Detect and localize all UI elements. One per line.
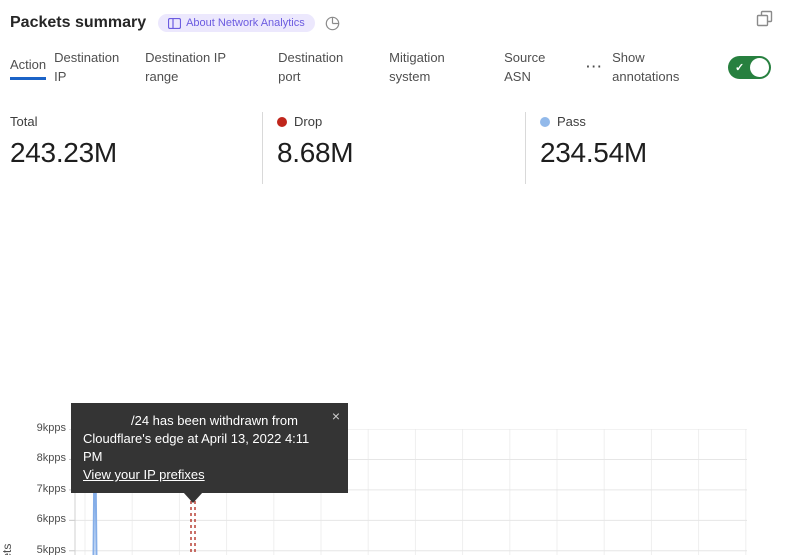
checkmark-icon: ✓ bbox=[735, 61, 744, 74]
show-annotations-toggle[interactable]: ✓ bbox=[728, 56, 771, 79]
tooltip-line1: /24 has been withdrawn from bbox=[83, 412, 322, 430]
tab-mitigation-system[interactable]: Mitigation system bbox=[389, 48, 465, 86]
book-icon bbox=[168, 18, 181, 29]
divider bbox=[525, 112, 526, 184]
more-options-icon[interactable]: ⋯ bbox=[585, 62, 603, 72]
tab-destination-ip[interactable]: Destination IP bbox=[54, 48, 129, 86]
divider bbox=[262, 112, 263, 184]
stat-total-label: Total bbox=[10, 114, 117, 129]
stat-drop-value: 8.68M bbox=[277, 137, 353, 169]
view-ip-prefixes-link[interactable]: View your IP prefixes bbox=[83, 466, 205, 484]
tab-destination-ip-range[interactable]: Destination IP range bbox=[145, 48, 242, 86]
stat-total: Total 243.23M bbox=[10, 114, 117, 169]
tooltip-line2: Cloudflare's edge at April 13, 2022 4:11… bbox=[83, 430, 322, 466]
about-network-analytics-badge[interactable]: About Network Analytics bbox=[158, 14, 315, 32]
y-tick-label: 5kpps bbox=[0, 544, 66, 555]
packets-chart: Packets 0pps1kpps2kpps3kpps4kpps5kpps6kp… bbox=[0, 200, 785, 555]
annotation-tooltip: × /24 has been withdrawn from Cloudflare… bbox=[71, 403, 348, 493]
y-tick-label: 9kpps bbox=[0, 422, 66, 434]
pie-chart-icon bbox=[325, 16, 340, 31]
expand-window-icon[interactable] bbox=[756, 10, 773, 32]
drop-legend-dot bbox=[277, 117, 287, 127]
stats-row: Total 243.23M Drop 8.68M Pass 234.54M bbox=[0, 108, 785, 192]
stat-pass-label: Pass bbox=[540, 114, 647, 129]
toggle-knob bbox=[750, 58, 769, 77]
tab-source-asn[interactable]: Source ASN bbox=[504, 48, 556, 86]
show-annotations-label: Show annotations bbox=[612, 48, 694, 86]
pass-legend-dot bbox=[540, 117, 550, 127]
stat-drop-label: Drop bbox=[277, 114, 353, 129]
stat-pass: Pass 234.54M bbox=[540, 114, 647, 169]
stat-drop: Drop 8.68M bbox=[277, 114, 353, 169]
y-tick-label: 7kpps bbox=[0, 483, 66, 495]
close-icon[interactable]: × bbox=[332, 407, 340, 425]
page-title: Packets summary bbox=[10, 14, 146, 32]
stat-pass-value: 234.54M bbox=[540, 137, 647, 169]
stat-total-value: 243.23M bbox=[10, 137, 117, 169]
header: Packets summary About Network Analytics bbox=[10, 8, 775, 38]
y-tick-label: 8kpps bbox=[0, 452, 66, 464]
tab-action[interactable]: Action bbox=[10, 55, 46, 80]
y-tick-label: 6kpps bbox=[0, 513, 66, 525]
tabs-bar: Action Destination IP Destination IP ran… bbox=[10, 44, 771, 90]
badge-label: About Network Analytics bbox=[186, 17, 305, 29]
packets-summary-card: Packets summary About Network Analytics … bbox=[0, 0, 785, 555]
tab-destination-port[interactable]: Destination port bbox=[278, 48, 356, 86]
